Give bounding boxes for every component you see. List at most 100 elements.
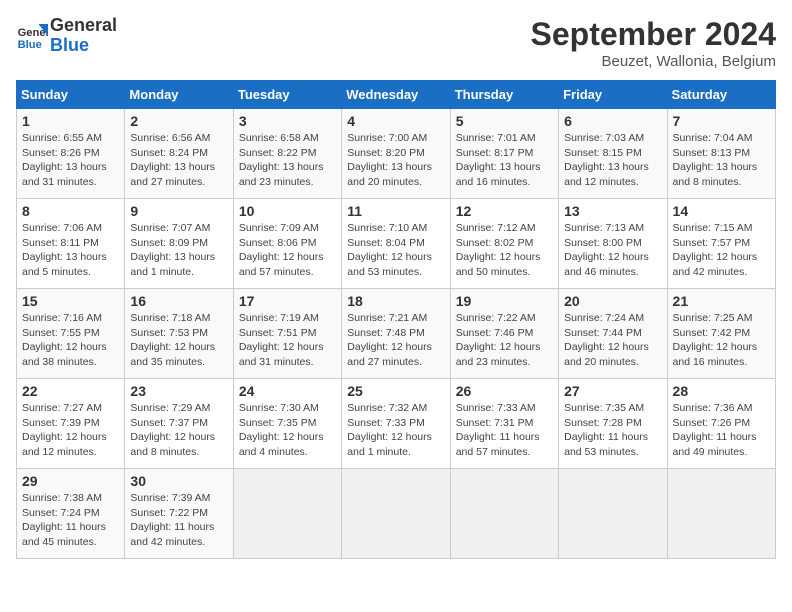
- calendar-cell: 9Sunrise: 7:07 AMSunset: 8:09 PMDaylight…: [125, 199, 233, 289]
- day-detail: Sunrise: 7:38 AMSunset: 7:24 PMDaylight:…: [22, 492, 106, 548]
- day-detail: Sunrise: 7:03 AMSunset: 8:15 PMDaylight:…: [564, 132, 649, 188]
- column-header-sunday: Sunday: [17, 81, 125, 109]
- day-detail: Sunrise: 7:00 AMSunset: 8:20 PMDaylight:…: [347, 132, 432, 188]
- page-header: General Blue General Blue September 2024…: [16, 16, 776, 70]
- calendar-cell: 26 Sunrise: 7:33 AMSunset: 7:31 PMDayligh…: [450, 379, 558, 469]
- day-detail: Sunrise: 7:12 AMSunset: 8:02 PMDaylight:…: [456, 222, 541, 278]
- day-number: 25: [347, 383, 444, 399]
- logo-icon: General Blue: [16, 20, 48, 52]
- day-number: 3: [239, 113, 336, 129]
- calendar-cell: 28 Sunrise: 7:36 AMSunset: 7:26 PMDayligh…: [667, 379, 775, 469]
- week-row: 22 Sunrise: 7:27 AMSunset: 7:39 PMDayligh…: [17, 379, 776, 469]
- column-header-wednesday: Wednesday: [342, 81, 450, 109]
- day-number: 23: [130, 383, 227, 399]
- calendar-cell: 15 Sunrise: 7:16 AMSunset: 7:55 PMDayligh…: [17, 289, 125, 379]
- calendar-cell: 6 Sunrise: 7:03 AMSunset: 8:15 PMDaylight…: [559, 109, 667, 199]
- day-number: 7: [673, 113, 770, 129]
- day-number: 16: [130, 293, 227, 309]
- calendar-cell: 13 Sunrise: 7:13 AMSunset: 8:00 PMDayligh…: [559, 199, 667, 289]
- calendar-cell: 30 Sunrise: 7:39 AMSunset: 7:22 PMDayligh…: [125, 469, 233, 559]
- calendar-cell: [450, 469, 558, 559]
- day-number: 21: [673, 293, 770, 309]
- day-detail: Sunrise: 7:24 AMSunset: 7:44 PMDaylight:…: [564, 312, 649, 368]
- day-number: 24: [239, 383, 336, 399]
- day-number: 11: [347, 203, 444, 219]
- calendar-cell: [233, 469, 341, 559]
- day-number: 29: [22, 473, 119, 489]
- day-detail: Sunrise: 7:16 AMSunset: 7:55 PMDaylight:…: [22, 312, 107, 368]
- day-number: 14: [673, 203, 770, 219]
- day-detail: Sunrise: 7:36 AMSunset: 7:26 PMDaylight:…: [673, 402, 757, 458]
- day-number: 1: [22, 113, 119, 129]
- calendar-cell: 29 Sunrise: 7:38 AMSunset: 7:24 PMDayligh…: [17, 469, 125, 559]
- day-number: 2: [130, 113, 227, 129]
- day-number: 27: [564, 383, 661, 399]
- calendar-cell: [342, 469, 450, 559]
- calendar-cell: 3 Sunrise: 6:58 AMSunset: 8:22 PMDaylight…: [233, 109, 341, 199]
- day-detail: Sunrise: 7:01 AMSunset: 8:17 PMDaylight:…: [456, 132, 541, 188]
- calendar-cell: 4 Sunrise: 7:00 AMSunset: 8:20 PMDaylight…: [342, 109, 450, 199]
- week-row: 1 Sunrise: 6:55 AMSunset: 8:26 PMDaylight…: [17, 109, 776, 199]
- day-detail: Sunrise: 7:27 AMSunset: 7:39 PMDaylight:…: [22, 402, 107, 458]
- calendar-cell: 17 Sunrise: 7:19 AMSunset: 7:51 PMDayligh…: [233, 289, 341, 379]
- title-block: September 2024 Beuzet, Wallonia, Belgium: [531, 16, 776, 70]
- calendar-cell: 21 Sunrise: 7:25 AMSunset: 7:42 PMDayligh…: [667, 289, 775, 379]
- day-detail: Sunrise: 7:25 AMSunset: 7:42 PMDaylight:…: [673, 312, 758, 368]
- column-header-thursday: Thursday: [450, 81, 558, 109]
- day-detail: Sunrise: 7:09 AMSunset: 8:06 PMDaylight:…: [239, 222, 324, 278]
- day-detail: Sunrise: 7:10 AMSunset: 8:04 PMDaylight:…: [347, 222, 432, 278]
- calendar-cell: 27Sunrise: 7:35 AMSunset: 7:28 PMDayligh…: [559, 379, 667, 469]
- calendar-cell: 8 Sunrise: 7:06 AMSunset: 8:11 PMDaylight…: [17, 199, 125, 289]
- week-row: 15 Sunrise: 7:16 AMSunset: 7:55 PMDayligh…: [17, 289, 776, 379]
- calendar-cell: 10 Sunrise: 7:09 AMSunset: 8:06 PMDayligh…: [233, 199, 341, 289]
- calendar-cell: 2 Sunrise: 6:56 AMSunset: 8:24 PMDaylight…: [125, 109, 233, 199]
- logo: General Blue General Blue: [16, 16, 117, 56]
- day-detail: Sunrise: 7:06 AMSunset: 8:11 PMDaylight:…: [22, 222, 107, 278]
- location: Beuzet, Wallonia, Belgium: [531, 53, 776, 70]
- day-number: 15: [22, 293, 119, 309]
- day-number: 18: [347, 293, 444, 309]
- month-title: September 2024: [531, 16, 776, 53]
- day-number: 8: [22, 203, 119, 219]
- calendar-cell: 24Sunrise: 7:30 AMSunset: 7:35 PMDayligh…: [233, 379, 341, 469]
- day-number: 20: [564, 293, 661, 309]
- day-number: 13: [564, 203, 661, 219]
- day-detail: Sunrise: 7:13 AMSunset: 8:00 PMDaylight:…: [564, 222, 649, 278]
- day-number: 30: [130, 473, 227, 489]
- calendar-cell: [667, 469, 775, 559]
- week-row: 8 Sunrise: 7:06 AMSunset: 8:11 PMDaylight…: [17, 199, 776, 289]
- day-detail: Sunrise: 6:55 AMSunset: 8:26 PMDaylight:…: [22, 132, 107, 188]
- day-number: 26: [456, 383, 553, 399]
- day-number: 12: [456, 203, 553, 219]
- day-number: 28: [673, 383, 770, 399]
- day-detail: Sunrise: 6:58 AMSunset: 8:22 PMDaylight:…: [239, 132, 324, 188]
- day-detail: Sunrise: 7:39 AMSunset: 7:22 PMDaylight:…: [130, 492, 214, 548]
- calendar-cell: 14Sunrise: 7:15 AMSunset: 7:57 PMDayligh…: [667, 199, 775, 289]
- day-number: 22: [22, 383, 119, 399]
- day-detail: Sunrise: 7:19 AMSunset: 7:51 PMDaylight:…: [239, 312, 324, 368]
- day-number: 17: [239, 293, 336, 309]
- svg-text:Blue: Blue: [18, 39, 42, 51]
- week-row: 29 Sunrise: 7:38 AMSunset: 7:24 PMDayligh…: [17, 469, 776, 559]
- column-header-monday: Monday: [125, 81, 233, 109]
- column-header-saturday: Saturday: [667, 81, 775, 109]
- calendar-cell: 1 Sunrise: 6:55 AMSunset: 8:26 PMDaylight…: [17, 109, 125, 199]
- calendar-cell: 7 Sunrise: 7:04 AMSunset: 8:13 PMDaylight…: [667, 109, 775, 199]
- day-detail: Sunrise: 7:18 AMSunset: 7:53 PMDaylight:…: [130, 312, 215, 368]
- calendar-cell: [559, 469, 667, 559]
- calendar-cell: 23 Sunrise: 7:29 AMSunset: 7:37 PMDayligh…: [125, 379, 233, 469]
- column-header-tuesday: Tuesday: [233, 81, 341, 109]
- day-number: 5: [456, 113, 553, 129]
- calendar-cell: 5 Sunrise: 7:01 AMSunset: 8:17 PMDaylight…: [450, 109, 558, 199]
- day-detail: Sunrise: 7:04 AMSunset: 8:13 PMDaylight:…: [673, 132, 758, 188]
- day-number: 19: [456, 293, 553, 309]
- day-number: 4: [347, 113, 444, 129]
- day-detail: Sunrise: 7:07 AMSunset: 8:09 PMDaylight:…: [130, 222, 215, 278]
- day-detail: Sunrise: 7:29 AMSunset: 7:37 PMDaylight:…: [130, 402, 215, 458]
- day-detail: Sunrise: 7:32 AMSunset: 7:33 PMDaylight:…: [347, 402, 432, 458]
- day-detail: Sunrise: 7:33 AMSunset: 7:31 PMDaylight:…: [456, 402, 540, 458]
- day-number: 6: [564, 113, 661, 129]
- day-number: 10: [239, 203, 336, 219]
- header-row: SundayMondayTuesdayWednesdayThursdayFrid…: [17, 81, 776, 109]
- day-detail: Sunrise: 6:56 AMSunset: 8:24 PMDaylight:…: [130, 132, 215, 188]
